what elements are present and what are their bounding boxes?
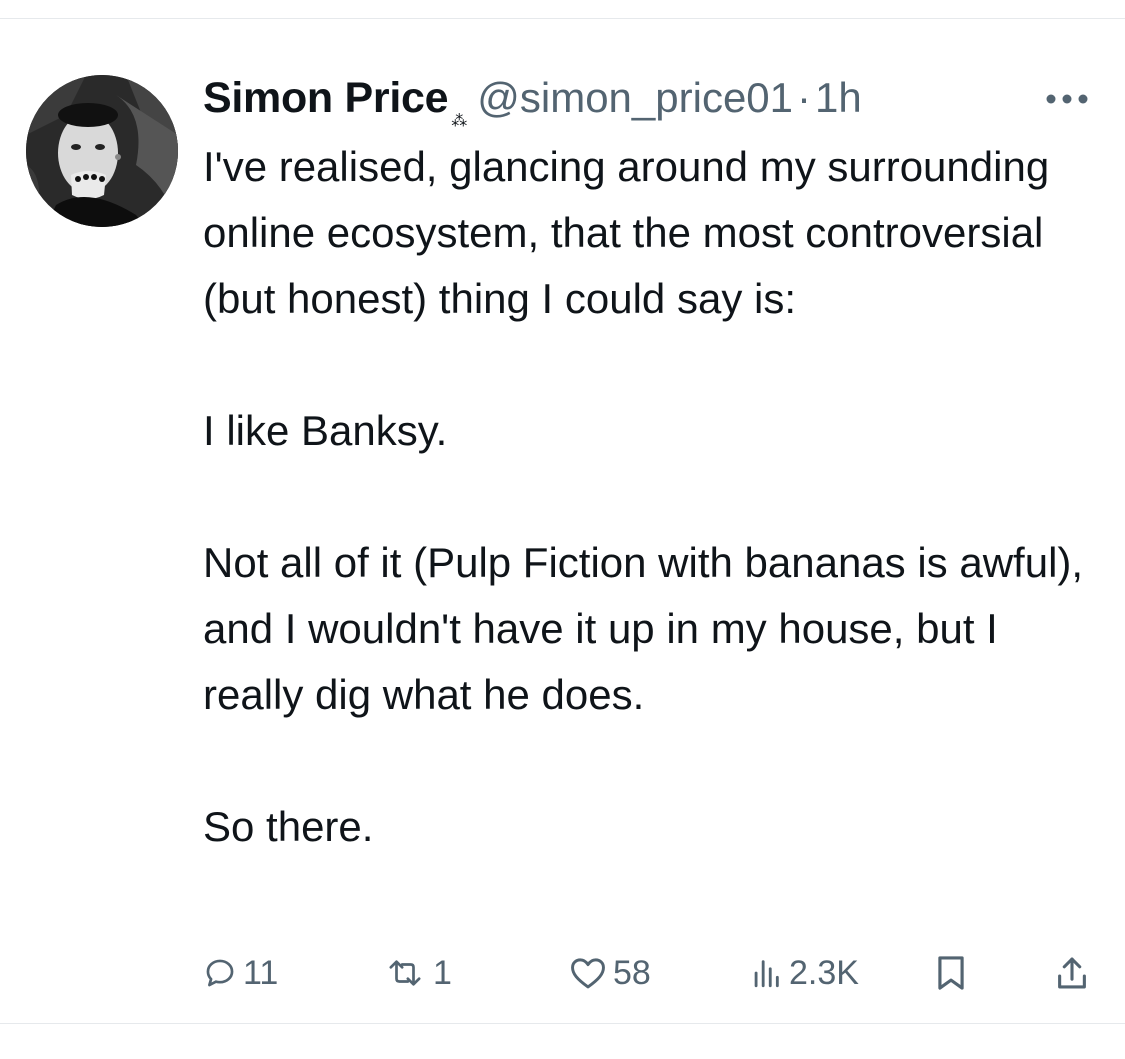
views-count: 2.3K bbox=[789, 953, 859, 992]
tweet-paragraph: Not all of it (Pulp Fiction with bananas… bbox=[203, 539, 1084, 718]
reply-button[interactable]: 11 bbox=[203, 948, 278, 998]
reply-count: 11 bbox=[243, 953, 279, 992]
more-options-button[interactable] bbox=[1040, 84, 1096, 114]
tweet-paragraph: I've realised, glancing around my surrou… bbox=[203, 143, 1050, 322]
tweet-paragraph: So there. bbox=[203, 803, 374, 850]
tweet-paragraph: I like Banksy. bbox=[203, 407, 448, 454]
author-display-name[interactable]: Simon Price bbox=[203, 74, 449, 123]
avatar[interactable] bbox=[26, 75, 178, 227]
tweet-actions-bar: 11 1 58 2.3K bbox=[203, 948, 1103, 998]
tweet-timestamp[interactable]: 1h bbox=[815, 74, 862, 122]
reply-icon bbox=[206, 959, 234, 987]
bar-chart-icon bbox=[754, 960, 779, 988]
retweet-icon bbox=[389, 960, 421, 986]
author-name-symbol: ⁂ bbox=[451, 113, 468, 130]
header-separator: · bbox=[797, 74, 812, 121]
views-button[interactable]: 2.3K bbox=[749, 948, 859, 998]
bookmark-icon bbox=[938, 956, 964, 990]
more-horizontal-icon bbox=[1046, 94, 1088, 104]
top-divider bbox=[0, 18, 1125, 19]
retweet-count: 1 bbox=[433, 953, 452, 992]
heart-icon bbox=[571, 958, 605, 989]
retweet-button[interactable]: 1 bbox=[383, 948, 452, 998]
share-button[interactable] bbox=[1055, 948, 1089, 998]
tweet-header: Simon Price ⁂ @simon_price01 · 1h bbox=[203, 74, 862, 130]
tweet-text: I've realised, glancing around my surrou… bbox=[203, 134, 1103, 860]
like-button[interactable]: 58 bbox=[569, 948, 651, 998]
bookmark-button[interactable] bbox=[935, 948, 967, 998]
like-count: 58 bbox=[613, 953, 651, 992]
share-icon bbox=[1058, 957, 1086, 989]
author-handle[interactable]: @simon_price01 bbox=[477, 74, 793, 122]
bottom-divider bbox=[0, 1023, 1125, 1024]
